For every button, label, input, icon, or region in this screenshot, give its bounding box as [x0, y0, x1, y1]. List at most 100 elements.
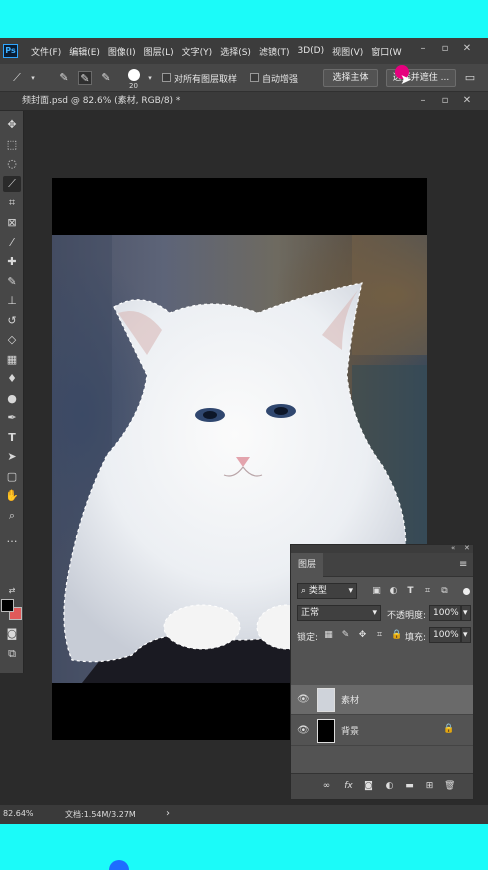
add-mask-icon[interactable]: ◙: [363, 781, 374, 792]
marquee-tool-icon[interactable]: ⬚: [3, 137, 21, 153]
clone-stamp-tool-icon[interactable]: ⊥: [3, 293, 21, 309]
chevron-down-icon: ▾: [372, 608, 377, 618]
panel-close-icon[interactable]: ✕: [464, 544, 470, 552]
rectangle-tool-icon[interactable]: ▢: [3, 469, 21, 485]
lock-all-icon[interactable]: 🔒: [391, 630, 402, 641]
menu-file[interactable]: 文件(F): [31, 45, 61, 58]
foreground-color-swatch[interactable]: [1, 599, 14, 612]
menu-3d[interactable]: 3D(D): [297, 46, 324, 56]
blur-tool-icon[interactable]: ♦: [3, 371, 21, 387]
menu-select[interactable]: 选择(S): [220, 45, 251, 58]
panel-menu-icon[interactable]: ≡: [459, 559, 467, 570]
menu-image[interactable]: 图像(I): [108, 45, 136, 58]
brush-tool-icon[interactable]: ✎: [3, 274, 21, 290]
gradient-tool-icon[interactable]: ▦: [3, 352, 21, 368]
type-tool-icon[interactable]: T: [3, 430, 21, 446]
new-group-icon[interactable]: ▬: [404, 781, 415, 792]
tab-layers[interactable]: 图层: [291, 553, 323, 577]
smart-object-filter-icon[interactable]: ⧉: [439, 586, 450, 597]
menu-layer[interactable]: 图层(L): [144, 45, 174, 58]
layer-name[interactable]: 背景: [341, 724, 359, 737]
menu-view[interactable]: 视图(V): [332, 45, 363, 58]
frame-tool-icon[interactable]: ⊠: [3, 215, 21, 231]
visibility-eye-icon[interactable]: 👁: [297, 694, 310, 706]
tools-panel: ✥ ⬚ ◌ ⟋ ⌗ ⊠ ⁄ ✚ ✎ ⊥ ↺ ◇ ▦ ♦ ● ✒ T ➤ ▢ ✋ …: [0, 111, 24, 673]
fill-chevron-icon[interactable]: ▾: [461, 627, 471, 643]
lock-label: 锁定:: [297, 633, 319, 643]
swap-colors-icon[interactable]: ⇄: [3, 583, 21, 599]
opacity-chevron-icon[interactable]: ▾: [461, 605, 471, 621]
status-menu-arrow-icon[interactable]: ›: [166, 808, 170, 819]
quick-mask-icon[interactable]: ◙: [3, 626, 21, 642]
add-to-selection-brush-icon[interactable]: ✎: [78, 71, 92, 85]
sample-all-layers-checkbox[interactable]: [162, 73, 171, 82]
blend-mode-select[interactable]: 正常 ▾: [297, 605, 381, 621]
pen-tool-icon[interactable]: ✒: [3, 410, 21, 426]
menu-filter[interactable]: 滤镜(T): [259, 45, 290, 58]
select-subject-button[interactable]: 选择主体: [323, 69, 378, 87]
menu-edit[interactable]: 编辑(E): [69, 45, 100, 58]
options-bar: ⟋ ▾ ✎ ✎ ✎ 20 ▾ 对所有图层取样 自动增强 选择主体 选择并遮住 .…: [0, 64, 488, 92]
eyedropper-tool-icon[interactable]: ⁄: [3, 235, 21, 251]
hand-tool-icon[interactable]: ✋: [3, 488, 21, 504]
quick-selection-tool-icon[interactable]: ⟋: [3, 176, 21, 192]
maximize-icon[interactable]: ▫: [440, 44, 450, 54]
lock-artboard-icon[interactable]: ⌗: [374, 630, 385, 641]
crop-tool-icon[interactable]: ⌗: [3, 195, 21, 211]
adjustment-filter-icon[interactable]: ◐: [388, 586, 399, 597]
lock-position-icon[interactable]: ✥: [357, 630, 368, 641]
layer-style-icon[interactable]: fx: [343, 781, 354, 792]
auto-enhance-checkbox[interactable]: [250, 73, 259, 82]
panel-collapse-bar[interactable]: « ✕: [291, 544, 473, 553]
filter-kind-select[interactable]: ⌕ 类型 ▾: [297, 583, 357, 599]
layer-lock-icon: 🔒: [443, 724, 455, 734]
doc-close-icon[interactable]: ✕: [462, 96, 472, 106]
path-selection-tool-icon[interactable]: ➤: [3, 449, 21, 465]
minimize-icon[interactable]: –: [418, 44, 428, 54]
lock-image-icon[interactable]: ✎: [340, 630, 351, 641]
filter-toggle-icon[interactable]: [463, 588, 470, 595]
screen-recording-frame: { "app": { "logo": "Ps" }, "menu": ["文件(…: [0, 0, 488, 870]
brush-preview-icon[interactable]: [128, 69, 140, 81]
lasso-tool-icon[interactable]: ◌: [3, 156, 21, 172]
eraser-tool-icon[interactable]: ◇: [3, 332, 21, 348]
doc-minimize-icon[interactable]: –: [418, 96, 428, 106]
move-tool-icon[interactable]: ✥: [3, 117, 21, 133]
more-tools-icon[interactable]: …: [3, 531, 21, 547]
opacity-field[interactable]: 100%: [429, 605, 461, 621]
dodge-tool-icon[interactable]: ●: [3, 391, 21, 407]
collapse-icon[interactable]: «: [451, 544, 455, 552]
delete-layer-icon[interactable]: 🗑: [444, 781, 455, 792]
fill-field[interactable]: 100%: [429, 627, 461, 643]
menu-window[interactable]: 窗口(W: [371, 45, 401, 58]
shape-filter-icon[interactable]: ⌗: [422, 586, 433, 597]
layer-row-material[interactable]: 👁 素材: [291, 685, 473, 715]
chevron-down-icon[interactable]: ▾: [26, 71, 40, 85]
zoom-tool-icon[interactable]: ⌕: [3, 508, 21, 524]
doc-restore-icon[interactable]: ▫: [440, 96, 450, 106]
document-tab[interactable]: 频封面.psd @ 82.6% (素材, RGB/8) *: [22, 92, 180, 110]
layer-row-background[interactable]: 👁 背景 🔒: [291, 716, 473, 746]
history-brush-tool-icon[interactable]: ↺: [3, 313, 21, 329]
panel-toggle-icon[interactable]: ▭: [463, 71, 477, 85]
photoshop-logo: Ps: [3, 44, 18, 58]
brush-chevron-down-icon[interactable]: ▾: [143, 71, 157, 85]
layer-name[interactable]: 素材: [341, 693, 359, 706]
quick-selection-preset-icon[interactable]: ⟋: [10, 71, 24, 85]
new-selection-brush-icon[interactable]: ✎: [57, 71, 71, 85]
type-filter-icon[interactable]: T: [405, 586, 416, 597]
adjustment-layer-icon[interactable]: ◐: [384, 781, 395, 792]
subtract-from-selection-brush-icon[interactable]: ✎: [99, 71, 113, 85]
visibility-eye-icon[interactable]: 👁: [297, 725, 310, 737]
link-layers-icon[interactable]: ∞: [321, 781, 332, 792]
screen-mode-icon[interactable]: ⧉: [3, 646, 21, 662]
pixel-filter-icon[interactable]: ▣: [371, 586, 382, 597]
new-layer-icon[interactable]: ⊞: [424, 781, 435, 792]
menu-type[interactable]: 文字(Y): [182, 45, 213, 58]
close-icon[interactable]: ✕: [462, 44, 472, 54]
mouse-pointer-icon: ➤: [400, 72, 412, 88]
healing-brush-tool-icon[interactable]: ✚: [3, 254, 21, 270]
zoom-level[interactable]: 82.64%: [3, 809, 34, 818]
lock-transparent-icon[interactable]: ▦: [323, 630, 334, 641]
filter-kind-value: 类型: [308, 586, 327, 596]
